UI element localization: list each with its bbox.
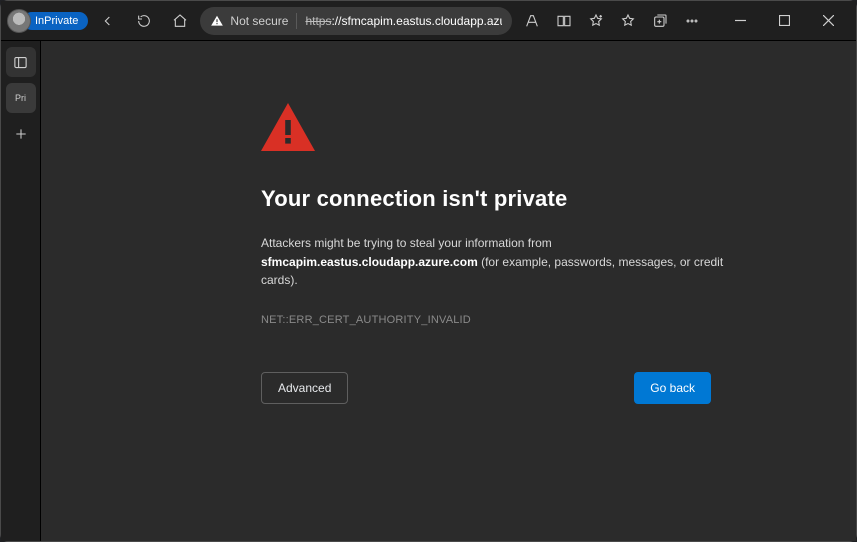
favorite-add-button[interactable]: [580, 5, 612, 37]
not-secure-label: Not secure: [230, 14, 288, 28]
toolbar-right-group: [516, 5, 708, 37]
star-icon: [620, 13, 636, 29]
page-title: Your connection isn't private: [261, 186, 731, 212]
plus-icon: [14, 127, 28, 141]
maximize-button[interactable]: [762, 5, 806, 37]
read-aloud-button[interactable]: [516, 5, 548, 37]
interstitial-page: Your connection isn't private Attackers …: [261, 103, 731, 404]
collections-icon: [652, 13, 668, 29]
new-tab-button[interactable]: [6, 119, 36, 149]
tab-thumb-label: Pri: [15, 93, 26, 103]
panel-icon: [13, 55, 28, 70]
profile-avatar-icon: [7, 9, 31, 33]
site-security-indicator[interactable]: Not secure: [210, 14, 288, 28]
enter-immersive-button[interactable]: [548, 5, 580, 37]
page-content: Your connection isn't private Attackers …: [41, 41, 856, 541]
close-button[interactable]: [806, 5, 850, 37]
go-back-button[interactable]: Go back: [634, 372, 711, 404]
toggle-vertical-tabs-button[interactable]: [6, 47, 36, 77]
refresh-button[interactable]: [128, 5, 160, 37]
back-button[interactable]: [92, 5, 124, 37]
warning-message-host: sfmcapim.eastus.cloudapp.azure.com: [261, 255, 478, 269]
star-plus-icon: [588, 13, 604, 29]
minimize-button[interactable]: [718, 5, 762, 37]
arrow-left-icon: [100, 13, 116, 29]
error-code: NET::ERR_CERT_AUTHORITY_INVALID: [261, 314, 731, 326]
advanced-button[interactable]: Advanced: [261, 372, 348, 404]
window-controls: [718, 5, 850, 37]
address-bar[interactable]: Not secure https://sfmcapim.eastus.cloud…: [200, 7, 512, 35]
main-area: Pri Your connection isn't private Attack…: [1, 41, 856, 541]
more-button[interactable]: [676, 5, 708, 37]
address-divider: [296, 13, 297, 29]
profile-indicator[interactable]: InPrivate: [7, 9, 88, 33]
warning-message-pre: Attackers might be trying to steal your …: [261, 236, 552, 250]
ellipsis-icon: [684, 13, 700, 29]
close-icon: [823, 15, 834, 26]
vertical-tab-strip: Pri: [1, 41, 41, 541]
home-button[interactable]: [164, 5, 196, 37]
minimize-icon: [735, 15, 746, 26]
warning-triangle-large-icon: [261, 103, 315, 151]
tab-thumb[interactable]: Pri: [6, 83, 36, 113]
warning-triangle-icon: [210, 14, 224, 28]
warning-message: Attackers might be trying to steal your …: [261, 234, 731, 290]
home-icon: [172, 13, 188, 29]
url-text: https://sfmcapim.eastus.cloudapp.azure.c…: [305, 14, 502, 28]
refresh-icon: [136, 13, 152, 29]
book-open-icon: [556, 13, 572, 29]
favorites-button[interactable]: [612, 5, 644, 37]
read-aloud-icon: [524, 13, 540, 29]
maximize-icon: [779, 15, 790, 26]
inprivate-badge: InPrivate: [23, 12, 88, 30]
url-host: ://sfmcapim.eastus.cloudapp.azure.com: [331, 14, 502, 28]
url-scheme: https: [305, 14, 331, 28]
browser-toolbar: InPrivate Not secure https://sfmcapim.ea…: [1, 1, 856, 41]
collections-button[interactable]: [644, 5, 676, 37]
button-row: Advanced Go back: [261, 372, 711, 404]
